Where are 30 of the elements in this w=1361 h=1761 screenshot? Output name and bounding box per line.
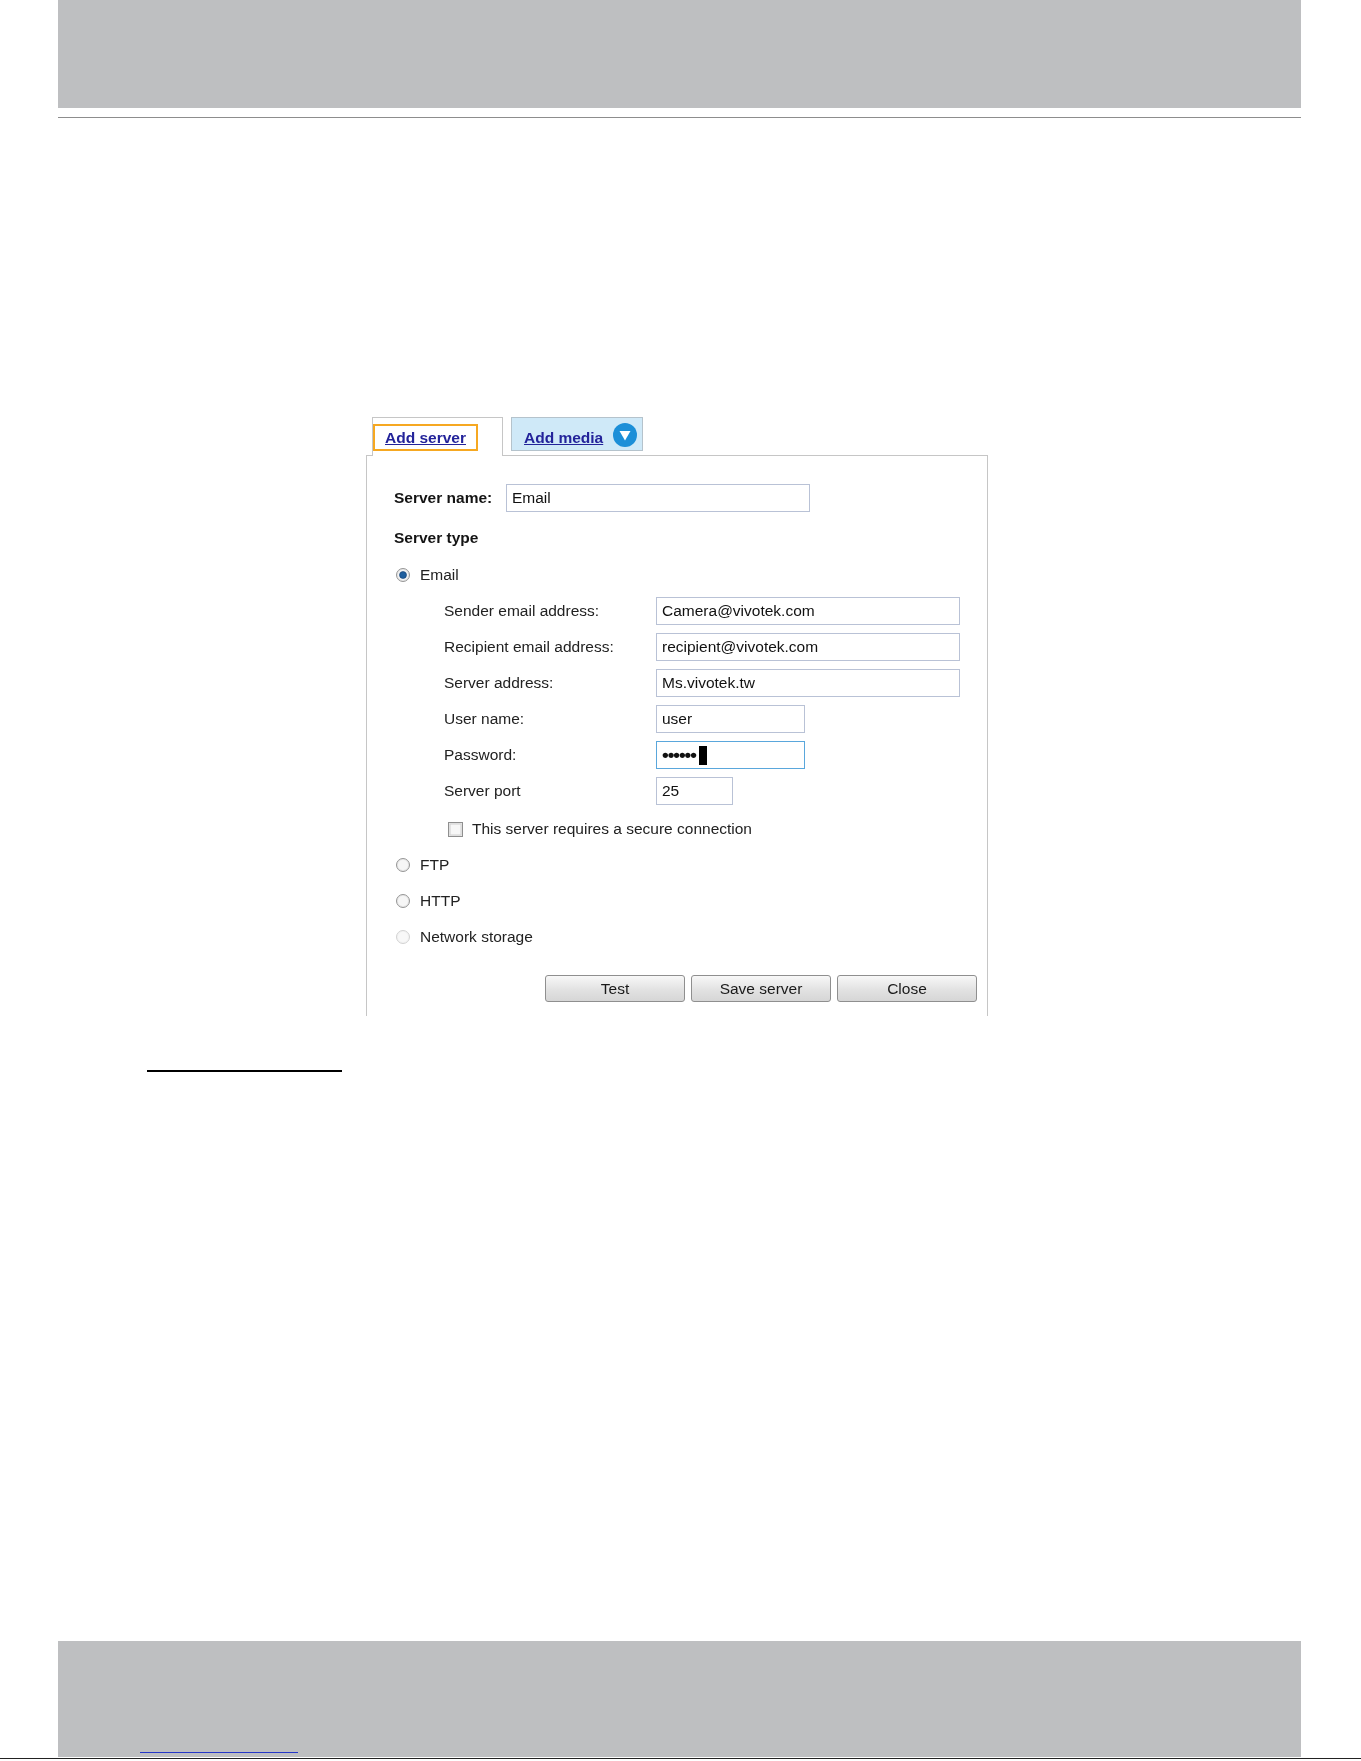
radio-button[interactable] <box>396 568 410 582</box>
radio-label[interactable]: Email <box>420 566 459 584</box>
text-field[interactable]: 25 <box>656 777 733 805</box>
section-heading: Server type <box>394 529 479 547</box>
text-field[interactable]: recipient@vivotek.com <box>656 633 960 661</box>
field-label: Server port <box>444 782 522 800</box>
checkbox-label[interactable]: This server requires a secure connection <box>472 820 752 838</box>
text-field[interactable]: Email <box>506 484 810 512</box>
text-field[interactable]: user <box>656 705 805 733</box>
text-cursor-icon <box>698 745 707 765</box>
dialog-button[interactable]: Save server <box>691 975 831 1002</box>
down-triangle-circle-icon[interactable] <box>613 423 638 447</box>
field-label: Server address: <box>444 674 555 692</box>
tab[interactable]: Add server <box>372 417 503 456</box>
radio-button[interactable] <box>396 894 410 908</box>
radio-label[interactable]: FTP <box>420 856 450 874</box>
field-label: Password: <box>444 746 518 764</box>
field-label: User name: <box>444 710 526 728</box>
field-label: Recipient email address: <box>444 638 615 656</box>
field-label: Sender email address: <box>444 602 601 620</box>
field-label: Server name: <box>394 489 494 507</box>
radio-button[interactable] <box>396 858 410 872</box>
tab[interactable]: Add media <box>511 417 644 451</box>
dialog-button[interactable]: Close <box>837 975 977 1002</box>
checkbox[interactable] <box>448 821 463 837</box>
text-field[interactable]: Ms.vivotek.tw <box>656 669 960 697</box>
password-field[interactable]: •••••• <box>656 741 805 769</box>
text-field[interactable]: Camera@vivotek.com <box>656 597 960 625</box>
dialog-button[interactable]: Test <box>545 975 685 1002</box>
radio-label[interactable]: HTTP <box>420 892 461 910</box>
